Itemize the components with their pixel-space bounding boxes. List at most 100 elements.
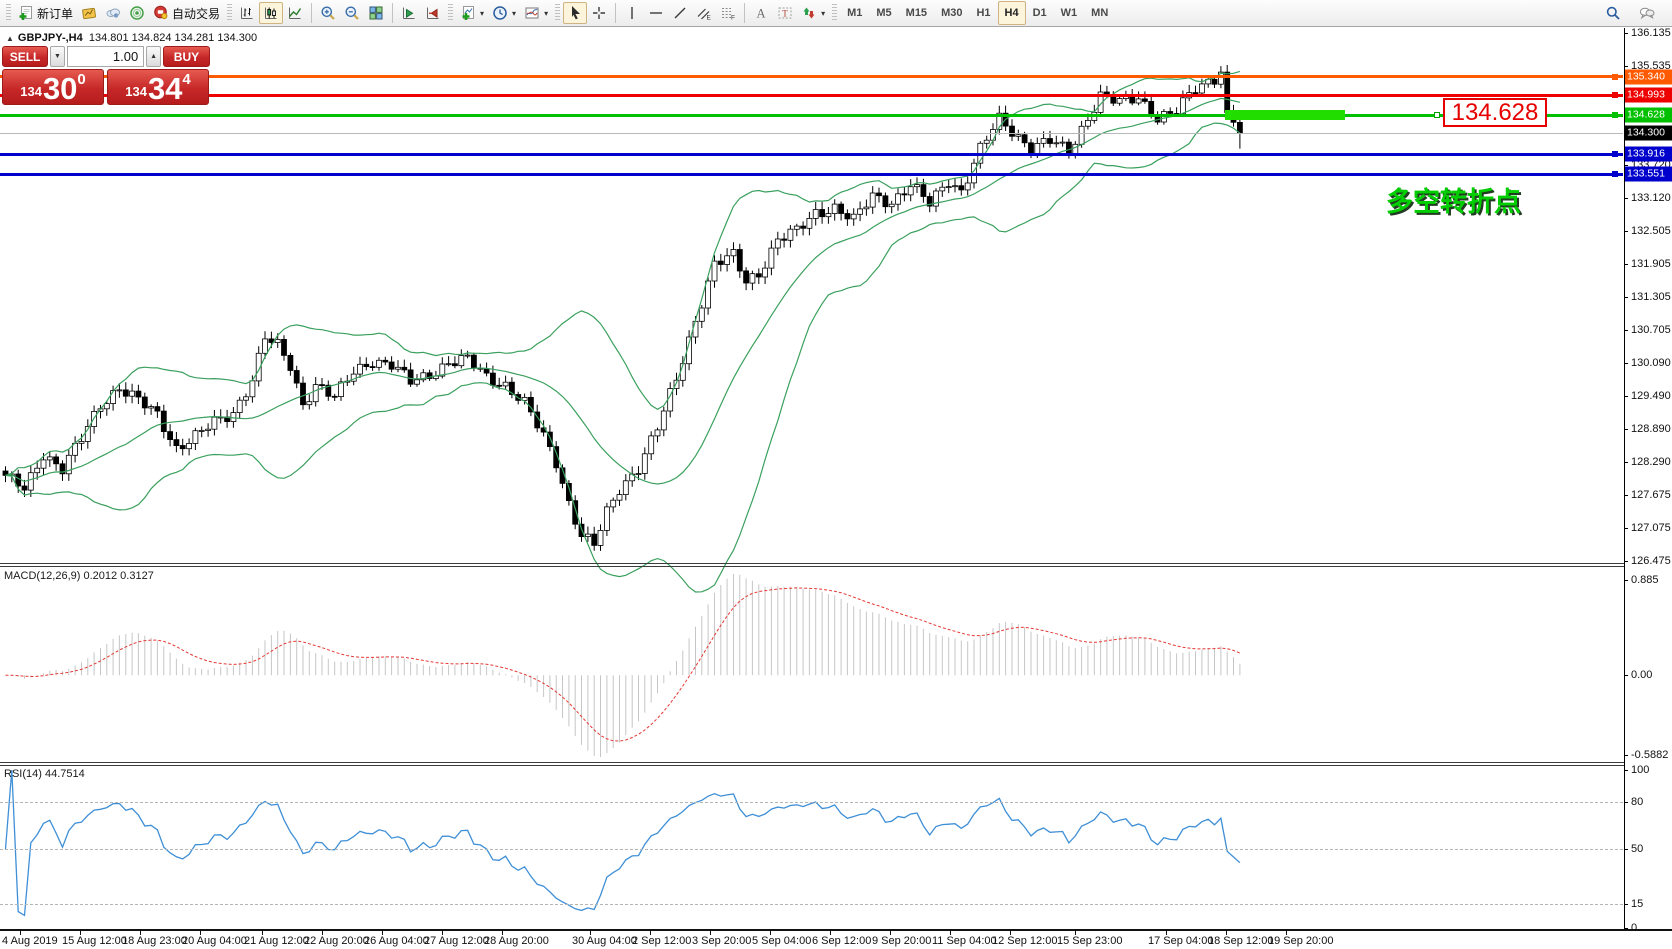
timeframe-button-w1[interactable]: W1	[1054, 1, 1085, 25]
signals-button[interactable]	[125, 2, 149, 24]
cursor-icon	[567, 5, 583, 21]
toolbar-grip[interactable]	[6, 4, 11, 22]
time-tick-label: 6 Sep 12:00	[812, 935, 871, 947]
time-tick-label: 11 Sep 04:00	[932, 935, 997, 947]
price-tick-mark	[1624, 462, 1628, 463]
chevron-down-icon[interactable]: ▾	[821, 9, 825, 18]
pane-separator[interactable]	[0, 566, 1624, 567]
volume-increase-button[interactable]: ▲	[146, 46, 161, 67]
collapse-panel-icon[interactable]: ▲	[6, 34, 14, 43]
buy-price-button[interactable]: 134344	[107, 69, 209, 105]
toolbar-grip[interactable]	[227, 4, 232, 22]
hline-icon	[648, 5, 664, 21]
line-chart-button[interactable]	[283, 2, 307, 24]
line-chart-icon	[287, 5, 303, 21]
indicators-button[interactable]: ▾	[456, 2, 488, 24]
chevron-down-icon[interactable]: ▾	[544, 9, 548, 18]
line-marker[interactable]	[1612, 74, 1618, 80]
arrows-button[interactable]: ▾	[797, 2, 829, 24]
chevron-down-icon[interactable]: ▾	[480, 9, 484, 18]
trendline-endpoint-marker[interactable]	[1434, 112, 1440, 118]
price-tick-mark	[1624, 66, 1628, 67]
buy-button[interactable]: BUY	[163, 46, 210, 67]
zoom-out-button[interactable]	[340, 2, 364, 24]
time-tick-label: 18 Aug 23:00	[122, 935, 187, 947]
sell-button[interactable]: SELL	[2, 46, 48, 67]
periods-button[interactable]: ▾	[488, 2, 520, 24]
timeframe-button-m30[interactable]: M30	[934, 1, 969, 25]
toolbar-grip[interactable]	[832, 4, 837, 22]
price-tick-label: 132.505	[1631, 225, 1671, 237]
profile-button[interactable]	[101, 2, 125, 24]
horizontal-price-line[interactable]	[0, 153, 1623, 156]
text-label-button[interactable]: T	[773, 2, 797, 24]
timeframe-button-m5[interactable]: M5	[869, 1, 898, 25]
horizontal-price-line[interactable]	[0, 94, 1623, 97]
toolbar-grip[interactable]	[555, 4, 560, 22]
timeframe-button-mn[interactable]: MN	[1084, 1, 1115, 25]
time-axis[interactable]: 4 Aug 201915 Aug 12:0018 Aug 23:0020 Aug…	[0, 929, 1672, 949]
line-marker[interactable]	[1612, 171, 1618, 177]
candlestick-button[interactable]	[259, 2, 283, 24]
crosshair-button[interactable]	[587, 2, 611, 24]
volume-decrease-button[interactable]: ▼	[50, 46, 65, 67]
trendline-button[interactable]	[668, 2, 692, 24]
fibonacci-button[interactable]: F	[716, 2, 740, 24]
chart-window: ▲GBPJPY-,H4 134.801 134.824 134.281 134.…	[0, 28, 1672, 949]
price-tick-label: 130.090	[1631, 357, 1671, 369]
horizontal-price-line[interactable]	[0, 114, 1623, 117]
tile-windows-button[interactable]	[364, 2, 388, 24]
cursor-button[interactable]	[563, 2, 587, 24]
chat-button[interactable]	[1635, 2, 1659, 24]
macd-label: MACD(12,26,9) 0.2012 0.3127	[4, 570, 154, 582]
timeframe-button-h4[interactable]: H4	[998, 1, 1026, 25]
zoom-in-button[interactable]	[316, 2, 340, 24]
text-button[interactable]: A	[749, 2, 773, 24]
highlight-trend-segment[interactable]	[1225, 110, 1345, 120]
macd-tick-mark	[1624, 580, 1628, 581]
horizontal-price-line[interactable]	[0, 173, 1623, 176]
autoscroll-button[interactable]	[397, 2, 421, 24]
line-marker[interactable]	[1612, 112, 1618, 118]
pane-separator[interactable]	[0, 762, 1624, 763]
chart-icon	[81, 5, 97, 21]
buy-price-pip: 4	[182, 71, 190, 88]
timeframe-button-m1[interactable]: M1	[840, 1, 869, 25]
line-marker[interactable]	[1612, 92, 1618, 98]
annotation-text[interactable]: 多空转折点	[1386, 180, 1521, 219]
horizontal-line-button[interactable]	[644, 2, 668, 24]
equidistant-channel-button[interactable]: E	[692, 2, 716, 24]
line-marker[interactable]	[1612, 151, 1618, 157]
chart-canvas[interactable]	[0, 28, 1623, 949]
sell-price-button[interactable]: 134300	[2, 69, 104, 105]
pane-separator[interactable]	[0, 563, 1624, 564]
chevron-down-icon[interactable]: ▾	[512, 9, 516, 18]
chart-shift-button[interactable]	[421, 2, 445, 24]
chart-window-button[interactable]	[77, 2, 101, 24]
zoom-in-icon	[320, 5, 336, 21]
pane-separator[interactable]	[0, 765, 1624, 766]
horizontal-price-line[interactable]	[0, 75, 1623, 78]
sell-price-pip: 0	[77, 71, 85, 88]
toolbar-grip[interactable]	[448, 4, 453, 22]
new-order-button[interactable]: 新订单	[14, 2, 77, 24]
rsi-level-line	[0, 849, 1623, 850]
rsi-tick-mark	[1624, 802, 1628, 803]
bar-chart-button[interactable]	[235, 2, 259, 24]
time-tick-label: 15 Sep 23:00	[1057, 935, 1122, 947]
price-axis-line	[1624, 28, 1625, 931]
search-button[interactable]	[1601, 2, 1625, 24]
price-callout-box[interactable]: 134.628	[1443, 98, 1547, 127]
time-tick-label: 26 Aug 04:00	[364, 935, 429, 947]
price-line-label: 133.916	[1625, 147, 1672, 162]
vertical-line-button[interactable]	[620, 2, 644, 24]
timeframe-button-h1[interactable]: H1	[969, 1, 997, 25]
templates-button[interactable]: ▾	[520, 2, 552, 24]
volume-input[interactable]: 1.00	[67, 46, 144, 67]
time-tick-label: 28 Aug 20:00	[484, 935, 549, 947]
timeframe-button-d1[interactable]: D1	[1026, 1, 1054, 25]
price-tick-label: 136.135	[1631, 27, 1671, 39]
timeframe-button-m15[interactable]: M15	[899, 1, 934, 25]
autotrading-button[interactable]: 自动交易	[149, 2, 224, 24]
autotrading-button-label: 自动交易	[172, 5, 220, 22]
